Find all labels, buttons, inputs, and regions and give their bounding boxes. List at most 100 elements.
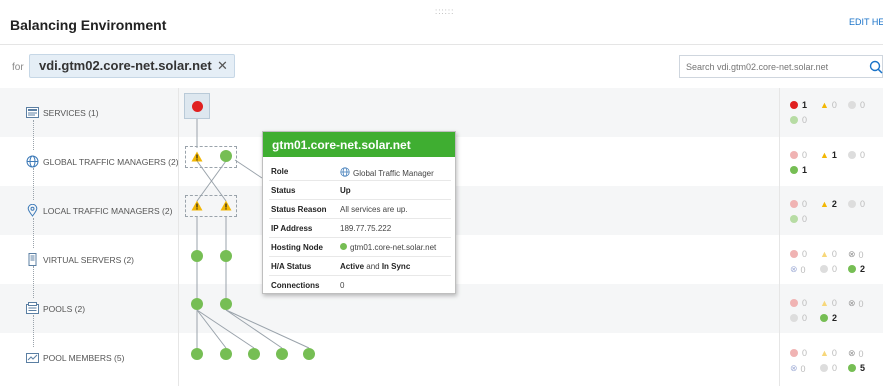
pool-member-node[interactable] bbox=[303, 348, 315, 360]
warning-count[interactable]: ▲ 1 bbox=[820, 150, 837, 160]
unmanaged-count[interactable]: ⊗ 0 bbox=[790, 264, 806, 275]
row-label-text: POOLS (2) bbox=[43, 303, 86, 314]
warning-count[interactable]: ▲ 0 bbox=[820, 348, 837, 358]
clear-filter-button[interactable]: ✕ bbox=[217, 58, 228, 74]
up-count[interactable]: 0 bbox=[790, 115, 807, 125]
service-node-critical[interactable] bbox=[192, 101, 203, 112]
detail-label: Connections bbox=[271, 281, 320, 290]
warning-icon[interactable] bbox=[220, 200, 232, 211]
detail-value: 189.77.75.222 bbox=[340, 224, 392, 233]
down-count[interactable]: ⊗ 0 bbox=[848, 348, 864, 359]
pool-member-node[interactable] bbox=[191, 348, 203, 360]
gtm-node-up[interactable] bbox=[220, 150, 232, 162]
unknown-count[interactable]: 0 bbox=[848, 150, 865, 160]
down-count[interactable]: ⊗ 0 bbox=[848, 298, 864, 309]
detail-value: All services are up. bbox=[340, 205, 408, 214]
detail-row-ha-status: H/A Status Active and In Sync bbox=[269, 257, 451, 276]
search-input[interactable] bbox=[680, 56, 864, 77]
down-icon: ⊗ bbox=[848, 298, 856, 308]
detail-value[interactable]: gtm01.core-net.solar.net bbox=[340, 243, 436, 252]
detail-label: Status bbox=[271, 186, 296, 195]
detail-label: Role bbox=[271, 167, 289, 176]
page-header: Balancing Environment :::::: EDIT HELP bbox=[0, 0, 883, 45]
pool-member-node[interactable] bbox=[276, 348, 288, 360]
unknown-count[interactable]: 0 bbox=[820, 363, 837, 373]
down-count[interactable]: ⊗ 0 bbox=[848, 249, 864, 260]
up-count[interactable]: 2 bbox=[848, 264, 865, 274]
virtual-server-node[interactable] bbox=[191, 250, 203, 262]
popup-title[interactable]: gtm01.core-net.solar.net bbox=[263, 132, 455, 157]
warning-icon: ▲ bbox=[820, 100, 829, 110]
unknown-count[interactable]: 0 bbox=[820, 264, 837, 274]
column-divider bbox=[178, 88, 179, 386]
popup-details-table: Role Global Traffic Manager Status Up St… bbox=[269, 162, 451, 295]
row-label-text: POOL MEMBERS (5) bbox=[43, 352, 125, 363]
unknown-count[interactable]: 0 bbox=[790, 313, 807, 323]
up-count[interactable]: 2 bbox=[820, 313, 837, 323]
pool-node[interactable] bbox=[191, 298, 203, 310]
column-divider bbox=[779, 88, 780, 386]
row-label-text: SERVICES (1) bbox=[43, 107, 99, 118]
detail-row-connections: Connections 0 bbox=[269, 276, 451, 295]
unmanaged-count[interactable]: ⊗ 0 bbox=[790, 363, 806, 374]
up-count[interactable]: 1 bbox=[790, 165, 807, 175]
detail-label: H/A Status bbox=[271, 262, 312, 271]
pool-member-node[interactable] bbox=[220, 348, 232, 360]
tree-connector bbox=[33, 266, 34, 298]
virtual-server-node[interactable] bbox=[220, 250, 232, 262]
detail-label: IP Address bbox=[271, 224, 313, 233]
drag-handle[interactable]: :::::: bbox=[435, 7, 454, 16]
warning-count[interactable]: ▲ 2 bbox=[820, 199, 837, 209]
critical-count[interactable]: 0 bbox=[790, 298, 807, 308]
globe-icon bbox=[340, 167, 350, 177]
detail-row-status-reason: Status Reason All services are up. bbox=[269, 200, 451, 219]
unknown-count[interactable]: 0 bbox=[848, 100, 865, 110]
tree-connector bbox=[33, 168, 34, 200]
edit-help-link[interactable]: EDIT HELP bbox=[849, 17, 883, 27]
filter-chip: vdi.gtm02.core-net.solar.net ✕ bbox=[29, 54, 235, 78]
detail-value: Active and In Sync bbox=[340, 262, 411, 271]
row-label-services[interactable]: SERVICES (1) bbox=[26, 88, 99, 137]
warning-count[interactable]: ▲ 0 bbox=[820, 298, 837, 308]
page-title: Balancing Environment bbox=[10, 17, 167, 33]
warning-icon: ▲ bbox=[820, 150, 829, 160]
detail-label: Hosting Node bbox=[271, 243, 323, 252]
critical-count[interactable]: 0 bbox=[790, 150, 807, 160]
row-label-pool-members[interactable]: POOL MEMBERS (5) bbox=[26, 333, 124, 382]
critical-count[interactable]: 0 bbox=[790, 199, 807, 209]
row-pool-members: POOL MEMBERS (5) bbox=[0, 333, 883, 382]
detail-value: Global Traffic Manager bbox=[340, 167, 434, 178]
pool-member-node[interactable] bbox=[248, 348, 260, 360]
for-label: for bbox=[12, 62, 24, 73]
filter-value: vdi.gtm02.core-net.solar.net bbox=[39, 58, 212, 73]
warning-icon[interactable] bbox=[191, 200, 203, 211]
down-icon: ⊗ bbox=[848, 249, 856, 259]
row-label-virtual-servers[interactable]: VIRTUAL SERVERS (2) bbox=[26, 235, 134, 284]
unknown-count[interactable]: 0 bbox=[848, 199, 865, 209]
pool-member-icon bbox=[26, 353, 39, 363]
row-services: SERVICES (1) bbox=[0, 88, 883, 137]
row-label-text: GLOBAL TRAFFIC MANAGERS (2) bbox=[43, 156, 179, 167]
warning-icon[interactable] bbox=[191, 151, 203, 162]
up-count[interactable]: 0 bbox=[790, 214, 807, 224]
tree-connector bbox=[33, 218, 34, 248]
detail-row-ip-address: IP Address 189.77.75.222 bbox=[269, 219, 451, 238]
status-up-dot bbox=[340, 243, 347, 250]
warning-count[interactable]: ▲ 0 bbox=[820, 100, 837, 110]
warning-icon: ▲ bbox=[820, 249, 829, 259]
search-icon[interactable] bbox=[869, 60, 883, 74]
critical-count[interactable]: 0 bbox=[790, 249, 807, 259]
warning-count[interactable]: ▲ 0 bbox=[820, 249, 837, 259]
warning-icon: ▲ bbox=[820, 348, 829, 358]
row-label-gtm[interactable]: GLOBAL TRAFFIC MANAGERS (2) bbox=[26, 137, 179, 186]
pool-node[interactable] bbox=[220, 298, 232, 310]
tree-connector bbox=[33, 120, 34, 150]
detail-row-hosting-node: Hosting Node gtm01.core-net.solar.net bbox=[269, 238, 451, 257]
row-label-ltm[interactable]: LOCAL TRAFFIC MANAGERS (2) bbox=[26, 186, 172, 235]
critical-count[interactable]: 1 bbox=[790, 100, 807, 110]
services-icon bbox=[26, 107, 39, 118]
up-count[interactable]: 5 bbox=[848, 363, 865, 373]
critical-count[interactable]: 0 bbox=[790, 348, 807, 358]
row-label-pools[interactable]: POOLS (2) bbox=[26, 284, 85, 333]
unmanaged-icon: ⊗ bbox=[790, 264, 798, 274]
